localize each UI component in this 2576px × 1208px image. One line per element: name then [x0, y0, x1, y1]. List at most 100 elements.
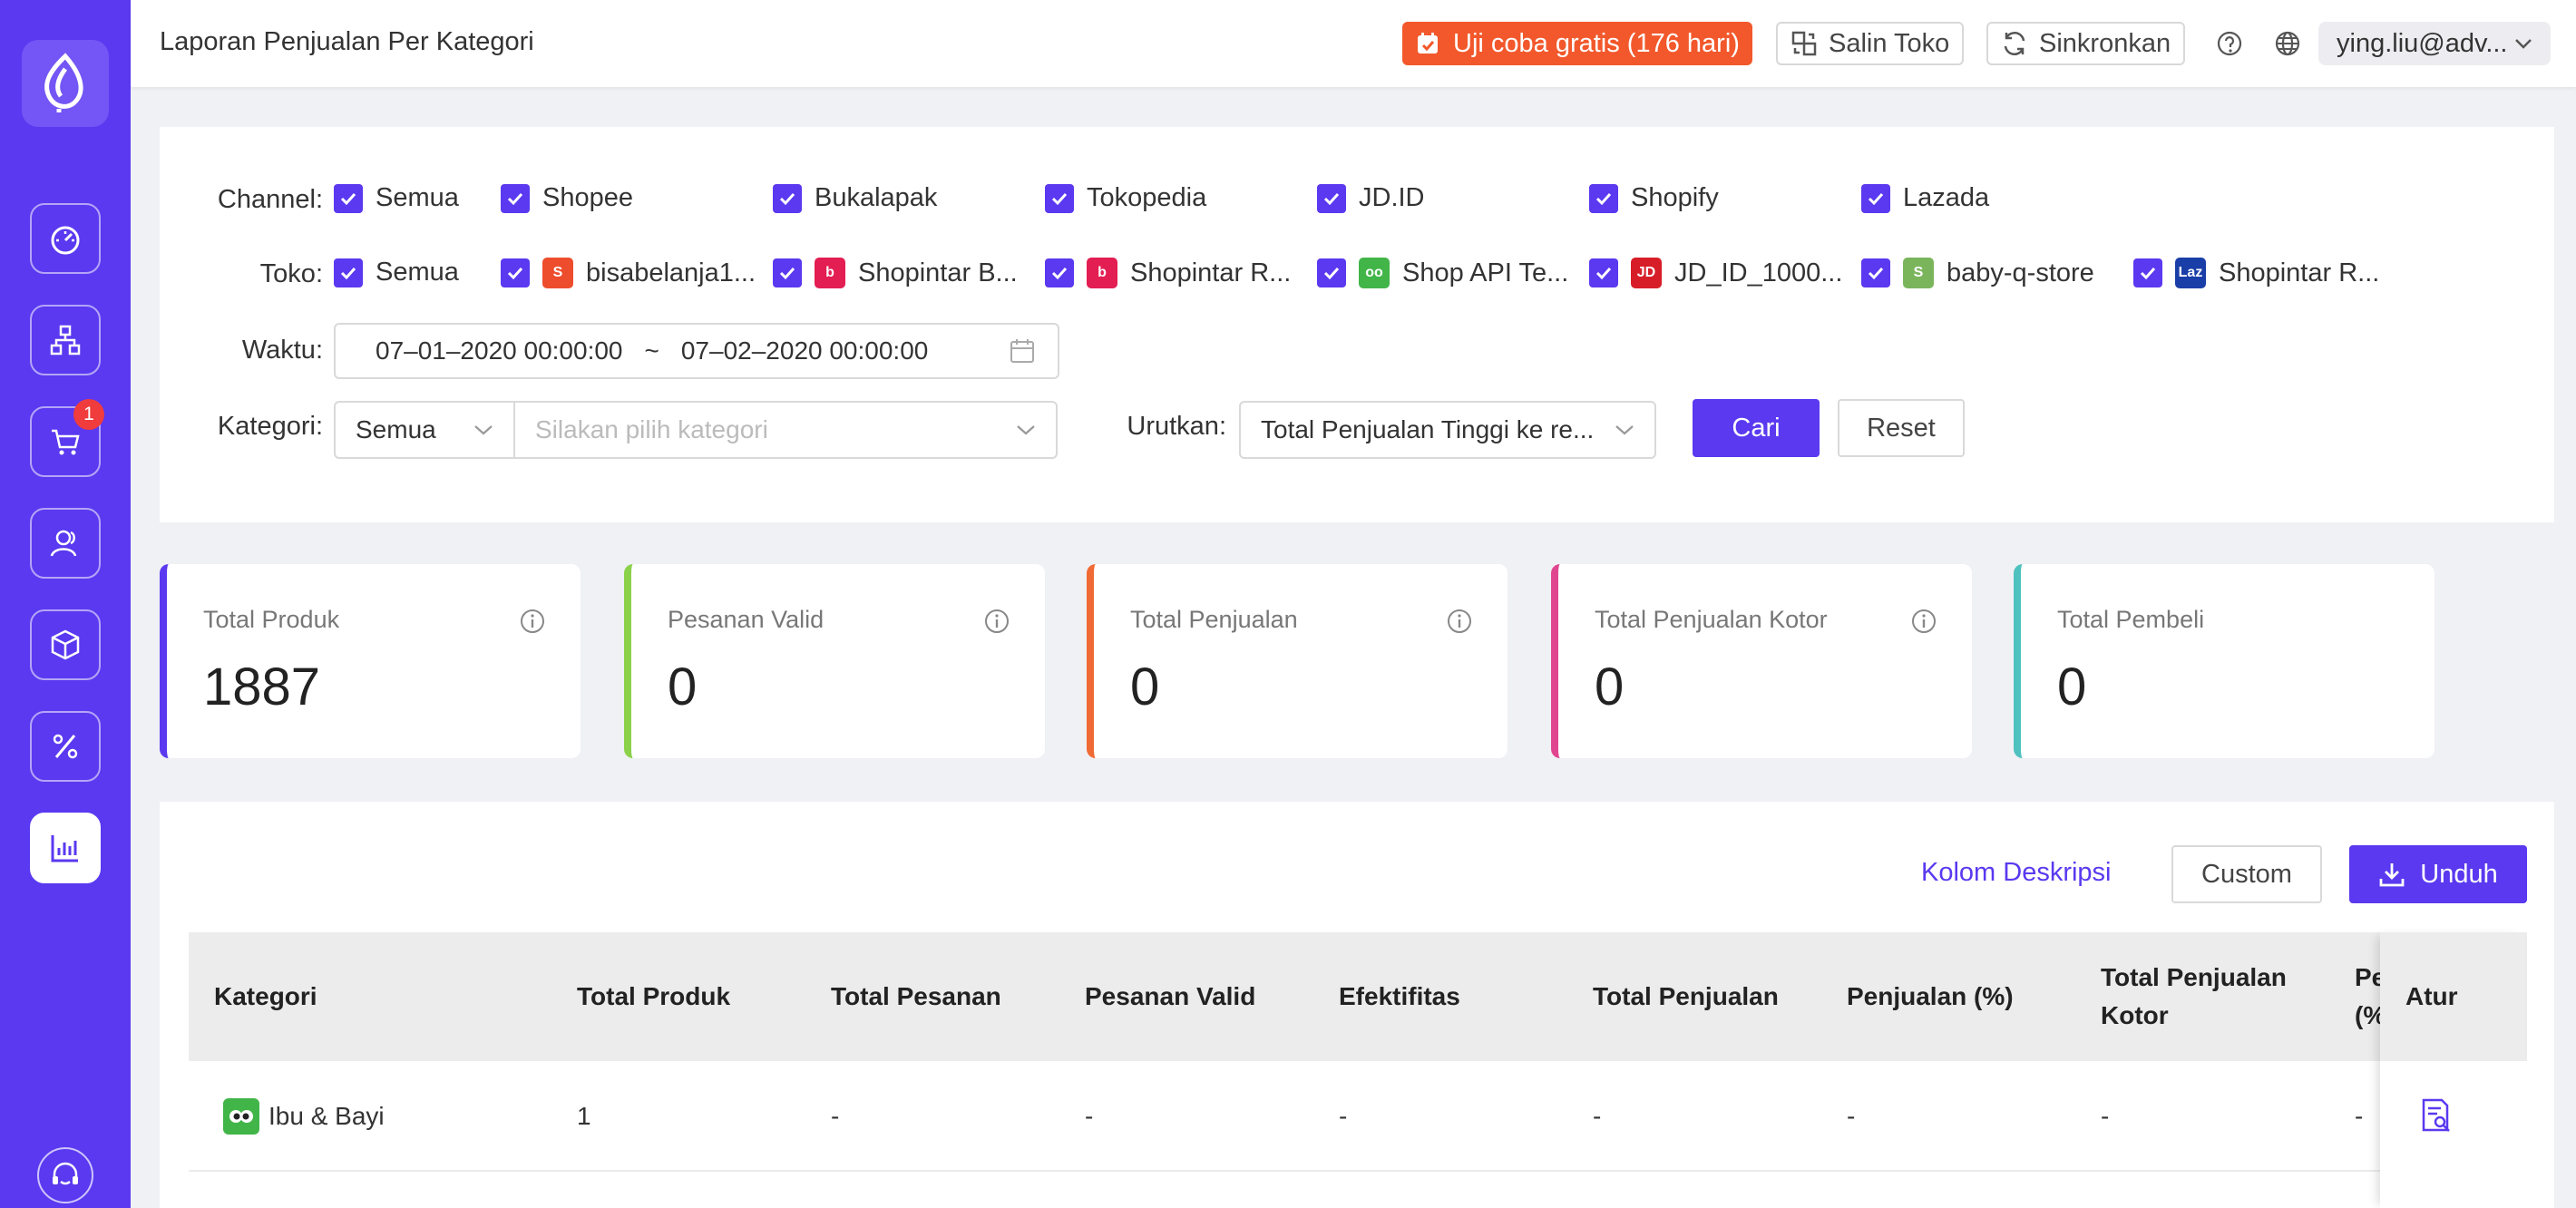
store-checkbox[interactable]: Sbisabelanja1... [501, 258, 767, 288]
category-scope-select[interactable]: Semua [334, 401, 515, 459]
checkbox-checked-icon [501, 183, 530, 213]
sidebar-promotions[interactable] [30, 711, 101, 782]
stat-value: 0 [1595, 658, 1625, 716]
sort-select[interactable]: Total Penjualan Tinggi ke re... [1239, 401, 1656, 459]
channel-checkbox[interactable]: Tokopedia [1045, 183, 1206, 213]
cell-efektifitas: - [1339, 1102, 1348, 1130]
checkbox-checked-icon [1317, 183, 1346, 213]
bukalapak-icon: b [1087, 258, 1117, 288]
top-header: Laporan Penjualan Per Kategori Uji coba … [131, 0, 2576, 87]
stat-label: Total Pembeli [2057, 606, 2205, 633]
channel-checkbox[interactable]: Bukalapak [773, 183, 937, 213]
chevron-down-icon [474, 425, 493, 435]
col-pesanan-valid[interactable]: Pesanan Valid [1085, 932, 1255, 1061]
store-checkbox[interactable]: Sbaby-q-store [1861, 258, 2128, 288]
store-checkbox[interactable]: b Shopintar B... [773, 258, 1039, 288]
sidebar: 1 [0, 0, 131, 1208]
app-logo[interactable] [22, 40, 109, 127]
reset-button[interactable]: Reset [1838, 399, 1965, 457]
channel-checkbox[interactable]: Shopify [1589, 183, 1719, 213]
sort-label: Urutkan: [1127, 412, 1226, 441]
store-option-label: Shopintar R... [1130, 258, 1292, 287]
table-row[interactable]: Ibu & Bayi 1 - - - - - - - [189, 1061, 2527, 1172]
checkbox-checked-icon [773, 183, 802, 213]
checkbox-checked-icon [334, 258, 363, 287]
checkbox-checked-icon [1045, 258, 1074, 287]
time-label: Waktu: [241, 336, 323, 365]
tokopedia-icon [223, 1098, 259, 1135]
date-end: 07–02–2020 00:00:00 [680, 336, 929, 365]
channel-option-label: Shopify [1631, 183, 1719, 212]
copy-store-button[interactable]: Salin Toko [1776, 22, 1965, 65]
channel-checkbox[interactable]: Lazada [1861, 183, 1989, 213]
col-total-penjualan[interactable]: Total Penjualan [1593, 932, 1779, 1061]
channel-checkbox[interactable]: JD.ID [1317, 183, 1425, 213]
channel-option-label: Semua [376, 183, 459, 212]
view-detail-icon[interactable] [2420, 1097, 2453, 1134]
store-checkbox[interactable]: Laz Shopintar R... [2133, 258, 2400, 288]
lazada-icon: Laz [2175, 258, 2206, 288]
channel-option-label: Lazada [1903, 183, 1990, 212]
filter-panel: Channel: Toko: Waktu: Kategori: Semua Sho… [160, 127, 2554, 522]
sidebar-products[interactable] [30, 609, 101, 680]
col-total-penjualan-kotor[interactable]: Total Penjualan Kotor [2101, 932, 2318, 1061]
tokopedia-icon: oo [1359, 258, 1390, 288]
custom-button[interactable]: Custom [2171, 845, 2322, 903]
col-efektifitas[interactable]: Efektifitas [1339, 932, 1460, 1061]
sync-button[interactable]: Sinkronkan [1986, 22, 2186, 65]
store-checkbox-all[interactable]: Semua [334, 258, 459, 287]
jd-icon: JD [1631, 258, 1662, 288]
date-range-picker[interactable]: 07–01–2020 00:00:00 ~ 07–02–2020 00:00:0… [334, 323, 1059, 379]
channel-checkbox[interactable]: Shopee [501, 183, 633, 213]
chart-icon [51, 835, 78, 862]
col-total-pesanan[interactable]: Total Pesanan [831, 932, 1001, 1061]
network-icon [50, 325, 81, 356]
column-description-link[interactable]: Kolom Deskripsi [1921, 858, 2112, 888]
sidebar-dashboard[interactable] [30, 203, 101, 274]
language-button[interactable] [2273, 29, 2302, 58]
stat-value: 0 [1130, 658, 1160, 716]
trial-button[interactable]: Uji coba gratis (176 hari) [1402, 22, 1752, 65]
info-icon[interactable] [983, 608, 1010, 635]
stat-card: Total Pembeli 0 [2014, 564, 2435, 758]
calendar-check-icon [1418, 33, 1438, 54]
info-icon[interactable] [1446, 608, 1473, 635]
search-button[interactable]: Cari [1693, 399, 1820, 457]
category-label: Kategori: [217, 412, 323, 441]
channel-checkbox[interactable]: Semua [334, 183, 459, 213]
help-button[interactable] [2215, 29, 2244, 58]
info-icon[interactable] [1910, 608, 1937, 635]
stat-label: Total Penjualan [1130, 606, 1298, 633]
sort-value: Total Penjualan Tinggi ke re... [1261, 415, 1595, 443]
sidebar-orders[interactable]: 1 [30, 399, 104, 477]
download-button[interactable]: Unduh [2349, 845, 2527, 903]
cell-total-kotor: - [2101, 1102, 2110, 1130]
shopee-icon: S [542, 258, 573, 288]
support-button[interactable] [37, 1147, 93, 1203]
sidebar-reports[interactable] [30, 813, 101, 883]
sidebar-customers[interactable] [30, 508, 101, 579]
dashboard-icon [51, 226, 80, 255]
channel-option-label: Shopee [542, 183, 633, 212]
cell-total-penjualan: - [1593, 1102, 1602, 1130]
chevron-down-icon [1615, 425, 1634, 435]
help-icon [2217, 31, 2242, 56]
store-checkbox[interactable]: oo Shop API Te... [1317, 258, 1584, 288]
info-icon[interactable] [519, 608, 546, 635]
col-penjualan-pct[interactable]: Penjualan (%) [1847, 932, 2014, 1061]
cell-penjualan-pct: - [1847, 1102, 1856, 1130]
store-checkbox[interactable]: b Shopintar R... [1045, 258, 1312, 288]
checkbox-checked-icon [1861, 183, 1890, 213]
copy-store-icon [1791, 31, 1817, 56]
store-checkbox[interactable]: JD JD_ID_1000... [1589, 258, 1856, 288]
category-scope-value: Semua [356, 415, 436, 443]
date-start: 07–01–2020 00:00:00 [376, 336, 623, 365]
trial-label: Uji coba gratis (176 hari) [1453, 28, 1740, 58]
category-select[interactable]: Silakan pilih kategori [513, 401, 1058, 459]
store-option-label: JD_ID_1000... [1674, 258, 1843, 287]
col-kategori[interactable]: Kategori [214, 932, 317, 1061]
user-menu[interactable]: ying.liu@adv... [2318, 22, 2551, 65]
sidebar-network[interactable] [30, 305, 101, 375]
globe-icon [2275, 31, 2300, 56]
col-total-produk[interactable]: Total Produk [577, 932, 730, 1061]
